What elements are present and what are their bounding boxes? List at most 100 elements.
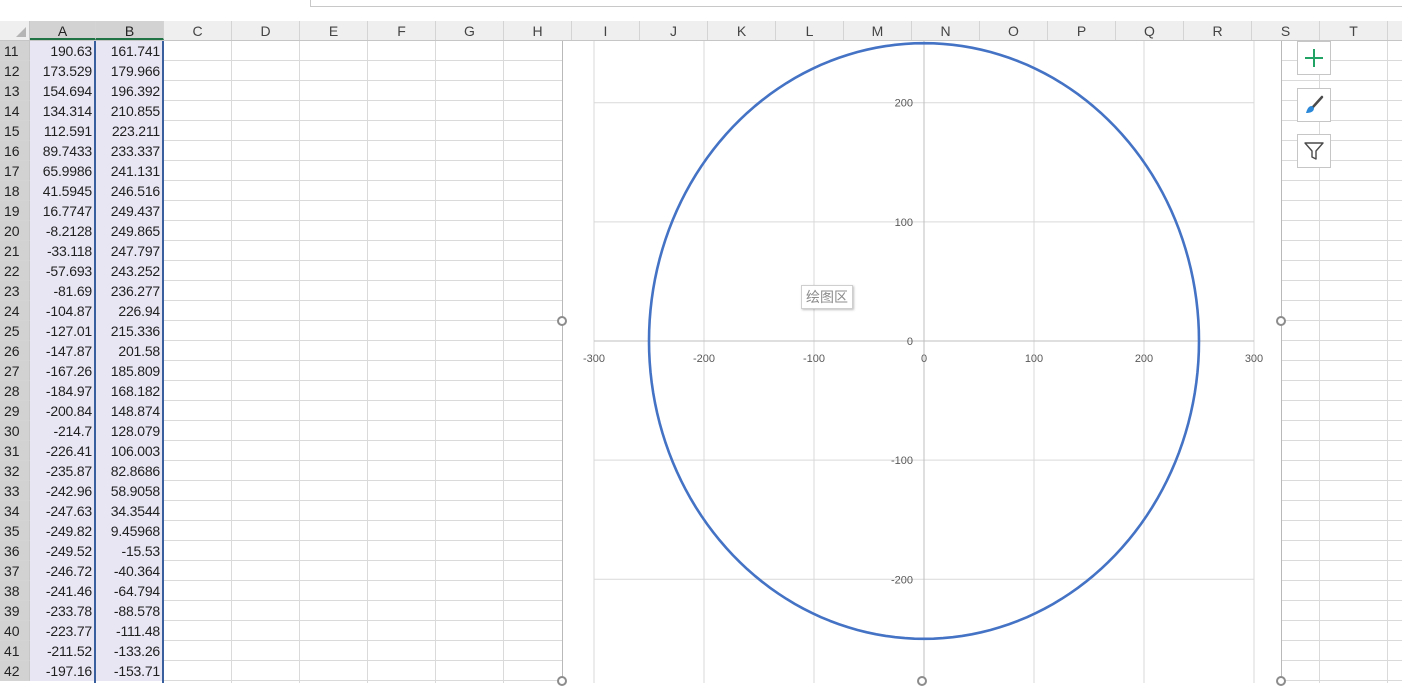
cell-b[interactable]: -111.48 [96, 621, 163, 641]
column-header-r[interactable]: R [1184, 21, 1252, 40]
cell-a[interactable]: -8.2128 [30, 221, 95, 241]
column-header-a[interactable]: A [30, 21, 96, 40]
row-header[interactable]: 32 [0, 461, 30, 481]
cell-b[interactable]: 179.966 [96, 61, 163, 81]
cell-b[interactable]: 196.392 [96, 81, 163, 101]
row-header[interactable]: 25 [0, 321, 30, 341]
row-header[interactable]: 24 [0, 301, 30, 321]
cell-a[interactable]: 190.63 [30, 41, 95, 61]
cell-b[interactable]: 9.45968 [96, 521, 163, 541]
cell-b[interactable]: 249.865 [96, 221, 163, 241]
column-header-s[interactable]: S [1252, 21, 1320, 40]
cell-b[interactable]: 249.437 [96, 201, 163, 221]
cell-a[interactable]: 16.7747 [30, 201, 95, 221]
cell-a[interactable]: -104.87 [30, 301, 95, 321]
scatter-chart[interactable]: -300-200-10001002003002001000-100-200-30… [562, 41, 1282, 683]
cell-a[interactable]: 173.529 [30, 61, 95, 81]
row-header[interactable]: 20 [0, 221, 30, 241]
cell-a[interactable]: -33.118 [30, 241, 95, 261]
cell-b[interactable]: 106.003 [96, 441, 163, 461]
chart-resize-handle-bottom-left[interactable] [557, 676, 567, 686]
row-header[interactable]: 27 [0, 361, 30, 381]
row-header[interactable]: 40 [0, 621, 30, 641]
cell-a[interactable]: 154.694 [30, 81, 95, 101]
row-header[interactable]: 34 [0, 501, 30, 521]
cell-a[interactable]: -147.87 [30, 341, 95, 361]
column-header-o[interactable]: O [980, 21, 1048, 40]
chart-resize-handle-bottom-right[interactable] [1276, 676, 1286, 686]
cell-b[interactable]: 201.58 [96, 341, 163, 361]
cell-b[interactable]: -64.794 [96, 581, 163, 601]
cell-a[interactable]: -211.52 [30, 641, 95, 661]
column-header-d[interactable]: D [232, 21, 300, 40]
row-header[interactable]: 36 [0, 541, 30, 561]
cell-b[interactable]: 34.3544 [96, 501, 163, 521]
row-header[interactable]: 14 [0, 101, 30, 121]
column-header-b[interactable]: B [96, 21, 164, 40]
cell-b[interactable]: 236.277 [96, 281, 163, 301]
cell-a[interactable]: -249.52 [30, 541, 95, 561]
column-header-p[interactable]: P [1048, 21, 1116, 40]
column-header-i[interactable]: I [572, 21, 640, 40]
column-header-c[interactable]: C [164, 21, 232, 40]
cell-a[interactable]: -241.46 [30, 581, 95, 601]
cell-b[interactable]: 247.797 [96, 241, 163, 261]
row-header[interactable]: 39 [0, 601, 30, 621]
cell-a[interactable]: -235.87 [30, 461, 95, 481]
column-header-f[interactable]: F [368, 21, 436, 40]
cell-b[interactable]: 223.211 [96, 121, 163, 141]
column-header-e[interactable]: E [300, 21, 368, 40]
row-header[interactable]: 38 [0, 581, 30, 601]
cell-a[interactable]: -233.78 [30, 601, 95, 621]
cell-a[interactable]: -57.693 [30, 261, 95, 281]
row-header[interactable]: 30 [0, 421, 30, 441]
cell-a[interactable]: -200.84 [30, 401, 95, 421]
cell-b[interactable]: 148.874 [96, 401, 163, 421]
cell-a[interactable]: -247.63 [30, 501, 95, 521]
cell-b[interactable]: -40.364 [96, 561, 163, 581]
cell-a[interactable]: 41.5945 [30, 181, 95, 201]
cell-a[interactable]: -223.77 [30, 621, 95, 641]
cell-b[interactable]: 226.94 [96, 301, 163, 321]
column-header-h[interactable]: H [504, 21, 572, 40]
column-header-g[interactable]: G [436, 21, 504, 40]
cell-b[interactable]: 233.337 [96, 141, 163, 161]
cell-b[interactable]: 215.336 [96, 321, 163, 341]
row-header[interactable]: 17 [0, 161, 30, 181]
row-header[interactable]: 11 [0, 41, 30, 61]
cell-b[interactable]: 243.252 [96, 261, 163, 281]
cell-a[interactable]: -226.41 [30, 441, 95, 461]
column-header-l[interactable]: L [776, 21, 844, 40]
row-header[interactable]: 15 [0, 121, 30, 141]
cell-b[interactable]: -88.578 [96, 601, 163, 621]
cell-b[interactable]: 210.855 [96, 101, 163, 121]
cell-b[interactable]: -133.26 [96, 641, 163, 661]
cell-a[interactable]: -197.16 [30, 661, 95, 681]
row-header[interactable]: 21 [0, 241, 30, 261]
row-header[interactable]: 19 [0, 201, 30, 221]
row-header[interactable]: 13 [0, 81, 30, 101]
cell-b[interactable]: 168.182 [96, 381, 163, 401]
cell-b[interactable]: 82.8686 [96, 461, 163, 481]
chart-resize-handle-left[interactable] [557, 316, 567, 326]
row-header[interactable]: 29 [0, 401, 30, 421]
cell-a[interactable]: -214.7 [30, 421, 95, 441]
cell-b[interactable]: -15.53 [96, 541, 163, 561]
cell-a[interactable]: -249.82 [30, 521, 95, 541]
column-header-t[interactable]: T [1320, 21, 1388, 40]
row-header[interactable]: 22 [0, 261, 30, 281]
row-header[interactable]: 35 [0, 521, 30, 541]
row-header[interactable]: 12 [0, 61, 30, 81]
row-header[interactable]: 26 [0, 341, 30, 361]
cell-b[interactable]: 128.079 [96, 421, 163, 441]
cell-a[interactable]: -127.01 [30, 321, 95, 341]
chart-filters-button[interactable] [1297, 134, 1331, 168]
cell-b[interactable]: 241.131 [96, 161, 163, 181]
cell-b[interactable]: 58.9058 [96, 481, 163, 501]
chart-resize-handle-bottom[interactable] [917, 676, 927, 686]
cell-a[interactable]: 89.7433 [30, 141, 95, 161]
row-header[interactable]: 42 [0, 661, 30, 681]
cell-b[interactable]: 185.809 [96, 361, 163, 381]
row-header[interactable]: 41 [0, 641, 30, 661]
row-header[interactable]: 37 [0, 561, 30, 581]
